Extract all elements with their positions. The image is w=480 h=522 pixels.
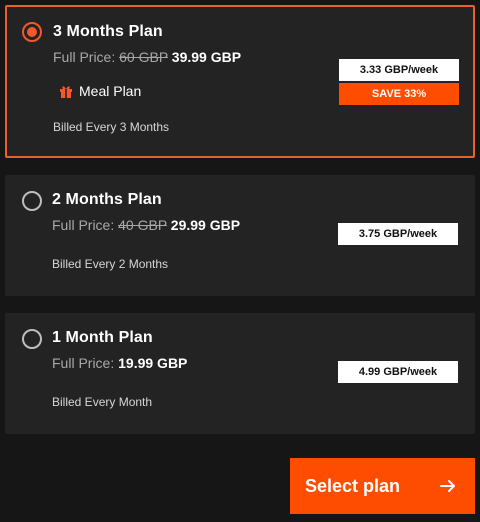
plan-title: 1 Month Plan — [52, 329, 153, 346]
price-line: Full Price: 40 GBP 29.99 GBP — [52, 217, 240, 233]
weekly-price-badge: 3.75 GBP/week — [338, 223, 458, 245]
price-prefix: Full Price: — [52, 355, 119, 371]
gift-icon — [60, 86, 72, 98]
old-price: 60 GBP — [119, 49, 168, 65]
plan-card-2-months[interactable]: 2 Months Plan Full Price: 40 GBP 29.99 G… — [5, 175, 475, 296]
new-price: 39.99 GBP — [171, 49, 242, 65]
weekly-price-badge: 4.99 GBP/week — [338, 361, 458, 383]
radio-unselected-icon[interactable] — [22, 329, 42, 349]
plan-title: 3 Months Plan — [53, 23, 163, 40]
price-line: Full Price: 60 GBP 39.99 GBP — [53, 49, 241, 65]
arrow-right-icon — [440, 480, 455, 492]
new-price: 19.99 GBP — [118, 355, 188, 371]
select-plan-label: Select plan — [305, 476, 401, 496]
radio-unselected-icon[interactable] — [22, 191, 42, 211]
price-line: Full Price: 19.99 GBP — [52, 355, 187, 371]
perk-meal-plan: Meal Plan — [59, 83, 141, 99]
perk-label: Meal Plan — [79, 83, 142, 99]
new-price: 29.99 GBP — [170, 217, 241, 233]
plan-selection-page: 3 Months Plan Full Price: 60 GBP 39.99 G… — [0, 0, 480, 522]
plan-title: 2 Months Plan — [52, 191, 162, 208]
billing-info: Billed Every 3 Months — [53, 120, 170, 134]
save-badge: SAVE 33% — [339, 83, 459, 105]
price-prefix: Full Price: — [52, 217, 119, 233]
plan-card-3-months[interactable]: 3 Months Plan Full Price: 60 GBP 39.99 G… — [5, 5, 475, 158]
weekly-price-badge: 3.33 GBP/week — [339, 59, 459, 81]
plan-card-1-month[interactable]: 1 Month Plan Full Price: 19.99 GBP Bille… — [5, 313, 475, 434]
select-plan-button[interactable]: Select plan — [290, 458, 475, 514]
radio-dot — [27, 27, 37, 37]
billing-info: Billed Every Month — [52, 395, 153, 409]
old-price: 40 GBP — [118, 217, 167, 233]
price-prefix: Full Price: — [53, 49, 120, 65]
billing-info: Billed Every 2 Months — [52, 257, 169, 271]
radio-selected-icon[interactable] — [22, 22, 42, 42]
